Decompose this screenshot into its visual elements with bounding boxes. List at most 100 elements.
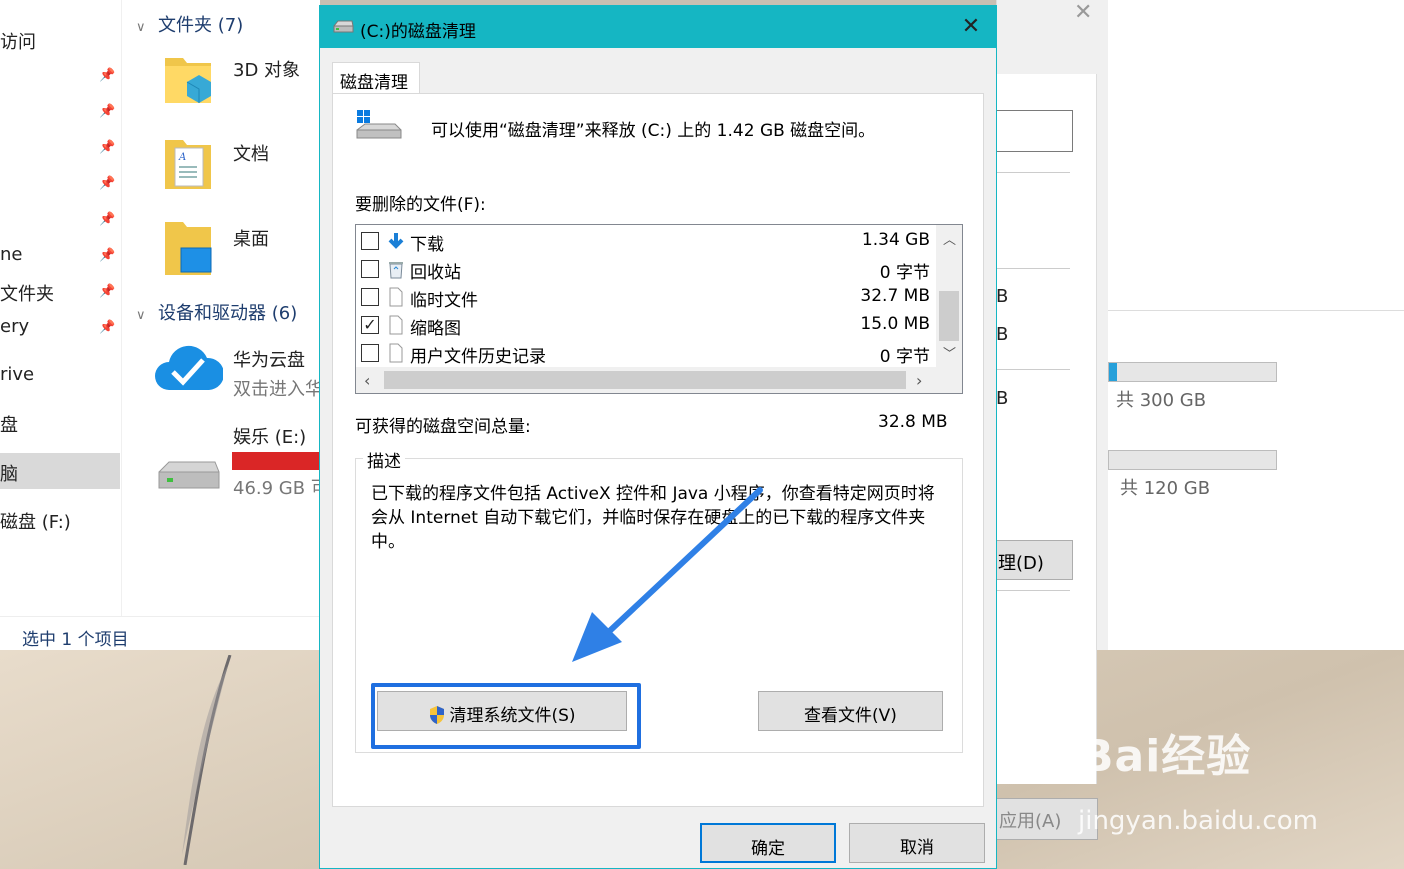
capacity-bar	[1108, 362, 1277, 382]
nav-item-drive[interactable]: rive	[0, 364, 34, 385]
tab-disk-cleanup[interactable]: 磁盘清理	[332, 62, 420, 94]
devices-section-label: 设备和驱动器 (6)	[158, 303, 298, 324]
list-item[interactable]: ✓ 缩略图 15.0 MB	[356, 311, 936, 339]
list-item[interactable]: 回收站 0 字节	[356, 255, 936, 283]
pin-icon: 📌	[99, 284, 116, 299]
folder-label: 3D 对象	[233, 60, 301, 81]
properties-panel	[997, 74, 1097, 784]
folder-label: 文档	[233, 144, 269, 165]
annotation-arrow	[572, 487, 763, 662]
nav-item-quick-access[interactable]: 访问	[0, 28, 36, 54]
scrollbar-thumb[interactable]	[939, 291, 959, 341]
size-value: B	[996, 324, 1009, 345]
nav-item-onedrive-partial[interactable]: ne	[0, 244, 22, 265]
file-size: 0 字节	[879, 263, 930, 283]
chevron-down-icon: ∨	[136, 308, 146, 323]
huawei-cloud-icon[interactable]	[155, 342, 223, 394]
status-text: 选中 1 个项目	[22, 630, 129, 650]
disk-cleanup-icon	[333, 20, 354, 33]
checkbox-checked[interactable]: ✓	[361, 316, 379, 334]
3d-objects-folder-icon[interactable]	[163, 50, 213, 106]
file-icon	[389, 343, 403, 363]
devices-section-header[interactable]: ∨ 设备和驱动器 (6)	[136, 299, 297, 325]
total-space-label: 可获得的磁盘空间总量:	[355, 417, 531, 437]
files-to-delete-list[interactable]: 下载 1.34 GB 回收站 0 字节 临时文件 32.7 MB ✓ 缩略图 1…	[355, 224, 963, 394]
close-icon[interactable]: ✕	[1074, 0, 1092, 25]
size-value: B	[996, 388, 1009, 409]
intro-text: 可以使用“磁盘清理”来释放 (C:) 上的 1.42 GB 磁盘空间。	[431, 121, 876, 141]
chevron-left-icon[interactable]: ‹	[364, 371, 370, 390]
watermark-url: jingyan.baidu.com	[1078, 806, 1318, 836]
close-icon[interactable]: ✕	[956, 13, 986, 41]
nav-item-gallery[interactable]: ery	[0, 316, 29, 337]
title-bar[interactable]: (C:)的磁盘清理 ✕	[320, 6, 996, 48]
checkbox[interactable]	[361, 288, 379, 306]
pin-icon: 📌	[99, 248, 116, 263]
vertical-scrollbar[interactable]: ︿ ﹀	[936, 225, 962, 367]
documents-folder-icon[interactable]: A	[163, 136, 213, 192]
hard-drive-icon[interactable]	[157, 458, 221, 492]
list-item[interactable]: 用户文件历史记录 0 字节	[356, 339, 936, 367]
file-name: 临时文件	[410, 291, 478, 311]
disk-cleanup-button[interactable]: 理(D)	[996, 540, 1073, 580]
ok-button[interactable]: 确定	[700, 823, 836, 863]
nav-item-folder[interactable]: 文件夹	[0, 280, 54, 306]
svg-text:A: A	[178, 152, 186, 163]
download-icon	[388, 233, 404, 249]
folder-label: 桌面	[233, 229, 269, 250]
file-explorer-window: 访问 📌 📌 📌 📌 📌 ne 📌 文件夹 📌 ery 📌 rive 盘 脑 磁…	[0, 0, 329, 650]
cancel-button[interactable]: 取消	[849, 823, 985, 863]
device-subtitle: 46.9 GB 可	[233, 478, 329, 499]
divider	[996, 590, 1070, 591]
folders-section-header[interactable]: ∨ 文件夹 (7)	[136, 11, 243, 37]
chevron-down-icon[interactable]: ﹀	[943, 343, 956, 362]
view-files-button[interactable]: 查看文件(V)	[758, 691, 943, 731]
navigation-pane: 访问 📌 📌 📌 📌 📌 ne 📌 文件夹 📌 ery 📌 rive 盘 脑 磁…	[0, 0, 122, 616]
device-subtitle: 双击进入华	[233, 379, 323, 400]
divider	[996, 172, 1070, 173]
pin-icon: 📌	[99, 320, 116, 335]
capacity-bar-fill	[1109, 363, 1118, 381]
checkbox[interactable]	[361, 344, 379, 362]
file-icon	[389, 315, 403, 335]
nav-item-disk[interactable]: 盘	[0, 411, 18, 437]
capacity-total: 共 300 GB	[1116, 390, 1207, 411]
horizontal-scrollbar[interactable]: ‹ ›	[356, 367, 962, 393]
file-size: 1.34 GB	[861, 230, 930, 250]
dialog-title: (C:)的磁盘清理	[360, 22, 476, 42]
total-space-value: 32.8 MB	[878, 412, 948, 432]
file-name: 下载	[410, 235, 444, 255]
files-to-delete-label: 要删除的文件(F):	[355, 195, 486, 215]
checkbox[interactable]	[361, 260, 379, 278]
pin-icon: 📌	[99, 176, 116, 191]
drive-icon	[356, 110, 402, 139]
file-size: 0 字节	[879, 347, 930, 367]
scrollbar-thumb[interactable]	[384, 371, 906, 389]
watermark-brand: Bai经验	[1080, 731, 1252, 782]
checkbox[interactable]	[361, 232, 379, 250]
description-title: 描述	[363, 447, 405, 472]
list-item[interactable]: 临时文件 32.7 MB	[356, 283, 936, 311]
background-window	[1108, 0, 1404, 310]
nav-item-this-pc[interactable]: 脑	[0, 453, 120, 489]
chevron-right-icon[interactable]: ›	[916, 371, 922, 390]
feather-decoration	[182, 655, 232, 865]
drive-usage-bar	[232, 452, 320, 470]
size-value: B	[996, 286, 1009, 307]
chevron-up-icon[interactable]: ︿	[943, 229, 956, 248]
pin-icon: 📌	[99, 104, 116, 119]
status-bar: 选中 1 个项目	[0, 616, 320, 650]
nav-item-disk-f[interactable]: 磁盘 (F:)	[0, 508, 71, 534]
disk-cleanup-dialog: (C:)的磁盘清理 ✕ 磁盘清理 可以使用“磁盘清理”来释放 (C:) 上的 1…	[319, 5, 997, 869]
desktop-folder-icon[interactable]	[163, 220, 213, 276]
device-name: 娱乐 (E:)	[233, 427, 307, 448]
pin-icon: 📌	[99, 68, 116, 83]
recycle-bin-icon	[389, 262, 403, 279]
list-item[interactable]: 下载 1.34 GB	[356, 227, 936, 255]
file-icon	[389, 287, 403, 307]
file-size: 32.7 MB	[860, 286, 930, 306]
name-field[interactable]	[996, 110, 1073, 152]
divider	[996, 268, 1070, 269]
chevron-down-icon: ∨	[136, 20, 146, 35]
tab-panel: 可以使用“磁盘清理”来释放 (C:) 上的 1.42 GB 磁盘空间。 要删除的…	[332, 93, 984, 807]
